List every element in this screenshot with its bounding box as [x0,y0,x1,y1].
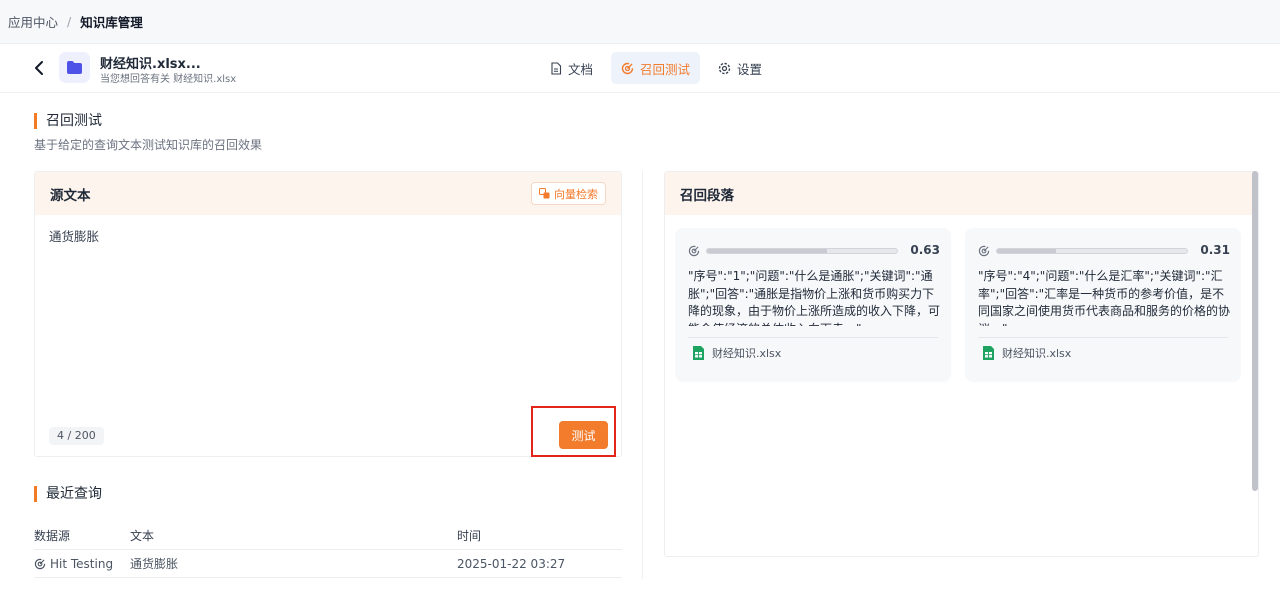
score-value: 0.31 [1200,243,1230,257]
kb-description: 当您想回答有关 财经知识.xlsx [100,74,237,85]
gear-icon [718,62,731,74]
breadcrumb-root[interactable]: 应用中心 [8,12,58,31]
tab-documents[interactable]: 文档 [540,52,603,84]
recall-icon [621,62,634,74]
vector-search-button[interactable]: 向量检索 [531,182,606,205]
row-source: Hit Testing [50,556,114,571]
recall-icon [34,558,46,569]
vector-search-icon [539,188,550,199]
source-text-input[interactable]: 通货膨胀 [49,226,99,245]
source-text-header: 源文本 向量检索 [35,172,621,215]
score-bar-fill [997,249,1056,253]
result-file[interactable]: 财经知识.xlsx [692,345,781,361]
column-divider [642,171,643,579]
row-time: 2025-01-22 03:27 [457,556,566,571]
results-scrollbar[interactable] [1252,171,1258,491]
score-value: 0.63 [910,243,940,257]
result-file-name: 财经知识.xlsx [712,347,782,360]
recall-results-title: 召回段落 [665,172,1258,215]
recent-queries-table: 数据源 文本 时间 Hit Testing 通货膨胀 2025-01-22 03… [34,522,622,578]
test-button-highlight [531,406,616,457]
column-header-text: 文本 [130,529,155,543]
tab-settings-label: 设置 [737,61,763,77]
result-file-name: 财经知识.xlsx [1002,347,1072,360]
tab-bar: 文档 召回测试 设置 [540,52,772,84]
result-card-1[interactable]: 0.63 "序号":"1";"问题":"什么是通胀";"关键词":"通胀";"回… [675,228,951,382]
divider [978,337,1228,338]
recall-icon [978,245,990,257]
result-card-2[interactable]: 0.31 "序号":"4";"问题":"什么是汇率";"关键词":"汇率";"回… [965,228,1241,382]
divider [688,337,938,338]
tab-recall-test-label: 召回测试 [640,61,691,77]
breadcrumb: 应用中心 / 知识库管理 [0,0,1280,44]
score-bar [996,248,1188,254]
row-source-cell: Hit Testing [34,557,130,571]
section-subtitle: 基于给定的查询文本测试知识库的召回效果 [34,138,263,152]
table-header-row: 数据源 文本 时间 [34,522,622,550]
column-header-time: 时间 [457,529,482,543]
score-row: 0.63 [688,243,940,259]
recent-queries-title: 最近查询 [34,486,102,502]
document-icon [551,61,562,75]
tab-recall-test[interactable]: 召回测试 [611,52,701,84]
table-row[interactable]: Hit Testing 通货膨胀 2025-01-22 03:27 [34,550,622,578]
column-header-source: 数据源 [34,529,71,543]
row-text: 通货膨胀 [130,557,179,571]
score-bar-fill [707,249,827,253]
breadcrumb-separator: / [67,14,72,29]
spreadsheet-icon [983,346,994,360]
breadcrumb-current: 知识库管理 [80,15,143,30]
vector-search-label: 向量检索 [554,187,598,201]
score-row: 0.31 [978,243,1230,259]
score-bar [706,248,898,254]
spreadsheet-icon [693,346,704,360]
result-text: "序号":"1";"问题":"什么是通胀";"关键词":"通胀";"回答":"通… [688,269,940,326]
char-counter: 4 / 200 [49,427,104,445]
tab-documents-label: 文档 [568,61,594,77]
recall-icon [688,245,700,257]
section-title: 召回测试 [34,113,102,129]
folder-icon [59,52,90,83]
kb-header: 财经知识.xlsx... 当您想回答有关 财经知识.xlsx 文档 召回测试 设… [0,44,1280,93]
result-file[interactable]: 财经知识.xlsx [982,345,1071,361]
result-text: "序号":"4";"问题":"什么是汇率";"关键词":"汇率";"回答":"汇… [978,269,1230,326]
tab-settings[interactable]: 设置 [708,52,772,84]
back-icon[interactable] [30,59,48,77]
source-text-title: 源文本 [50,187,91,204]
